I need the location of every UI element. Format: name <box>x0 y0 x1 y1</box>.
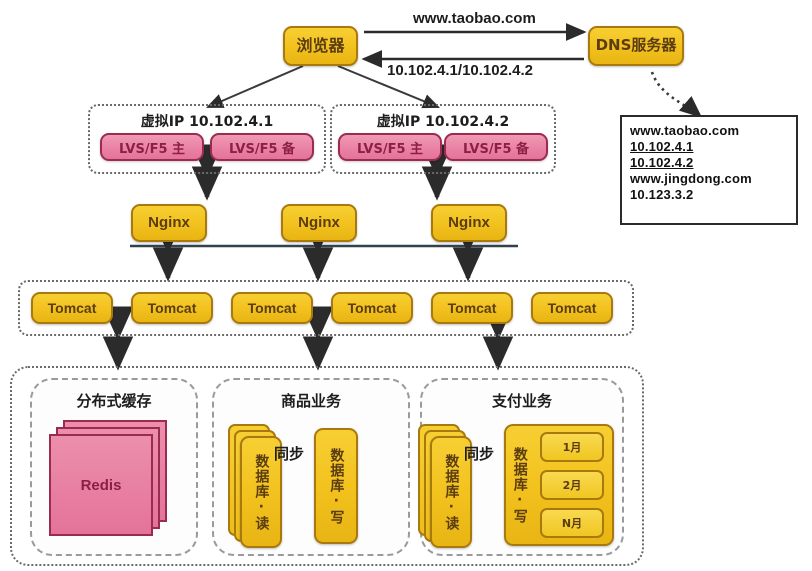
tomcat-node-3[interactable]: Tomcat <box>231 292 313 324</box>
tomcat-label: Tomcat <box>247 299 297 316</box>
lvs-node-label: LVS/F5 主 <box>356 141 424 157</box>
dns-response-label: 10.102.4.1/10.102.4.2 <box>387 62 533 79</box>
payment-partition-label: 2月 <box>562 479 582 492</box>
lvs-node-label: LVS/F5 备 <box>462 141 530 157</box>
lvs-node-label: LVS/F5 备 <box>228 141 296 157</box>
dns-request-label: www.taobao.com <box>413 10 536 27</box>
nginx-node-2[interactable]: Nginx <box>281 204 357 242</box>
payment-write-db-label: 数据库·写 <box>511 446 528 524</box>
payment-partition-label: 1月 <box>562 441 582 454</box>
payment-partition-label: N月 <box>561 517 583 530</box>
tomcat-node-1[interactable]: Tomcat <box>31 292 113 324</box>
product-group-title: 商品业务 <box>280 392 341 410</box>
redis-label: Redis <box>80 476 122 494</box>
browser-node[interactable]: 浏览器 <box>283 26 358 66</box>
nginx-label: Nginx <box>148 214 190 232</box>
vip-group-2-title: 虚拟IP 10.102.4.2 <box>376 114 510 130</box>
payment-partition-2[interactable]: 2月 <box>540 470 604 500</box>
product-write-db-label: 数据库·写 <box>328 447 345 525</box>
dns-records-box: www.taobao.com 10.102.4.1 10.102.4.2 www… <box>620 115 798 225</box>
tomcat-label: Tomcat <box>47 299 97 316</box>
nginx-label: Nginx <box>448 214 490 232</box>
nginx-node-3[interactable]: Nginx <box>431 204 507 242</box>
product-write-db-node[interactable]: 数据库·写 <box>314 428 358 544</box>
payment-partition-1[interactable]: 1月 <box>540 432 604 462</box>
tomcat-label: Tomcat <box>347 299 397 316</box>
nginx-label: Nginx <box>298 214 340 232</box>
architecture-diagram: 浏览器 DNS服务器 www.taobao.com 10.102.4.1/10.… <box>0 0 812 571</box>
tomcat-node-2[interactable]: Tomcat <box>131 292 213 324</box>
cache-group-title: 分布式缓存 <box>76 392 152 410</box>
dns-record-line: www.taobao.com <box>630 123 740 138</box>
dns-record-line: 10.123.3.2 <box>630 187 694 202</box>
tomcat-node-4[interactable]: Tomcat <box>331 292 413 324</box>
lvs-node-label: LVS/F5 主 <box>118 141 186 157</box>
product-sync-label: 同步 <box>274 445 305 463</box>
tomcat-label: Tomcat <box>447 299 497 316</box>
dns-server-node[interactable]: DNS服务器 <box>588 26 684 66</box>
tomcat-node-6[interactable]: Tomcat <box>531 292 613 324</box>
vip-group-1-title: 虚拟IP 10.102.4.1 <box>140 114 274 130</box>
payment-sync-label: 同步 <box>464 445 495 463</box>
nginx-node-1[interactable]: Nginx <box>131 204 207 242</box>
dns-server-label: DNS服务器 <box>595 36 677 55</box>
browser-label: 浏览器 <box>296 35 345 55</box>
lvs-node-backup-2[interactable]: LVS/F5 备 <box>444 133 548 161</box>
tomcat-label: Tomcat <box>147 299 197 316</box>
tomcat-label: Tomcat <box>547 299 597 316</box>
lvs-node-backup-1[interactable]: LVS/F5 备 <box>210 133 314 161</box>
dns-record-line: 10.102.4.2 <box>630 155 694 170</box>
tomcat-node-5[interactable]: Tomcat <box>431 292 513 324</box>
product-read-db-label: 数据库·读 <box>253 453 270 531</box>
lvs-node-master-1[interactable]: LVS/F5 主 <box>100 133 204 161</box>
redis-node[interactable]: Redis <box>49 434 153 536</box>
payment-read-db-label: 数据库·读 <box>443 453 460 531</box>
payment-partition-3[interactable]: N月 <box>540 508 604 538</box>
lvs-node-master-2[interactable]: LVS/F5 主 <box>338 133 442 161</box>
dns-record-line: www.jingdong.com <box>630 171 752 186</box>
payment-group-title: 支付业务 <box>491 392 552 410</box>
dns-record-line: 10.102.4.1 <box>630 139 694 154</box>
